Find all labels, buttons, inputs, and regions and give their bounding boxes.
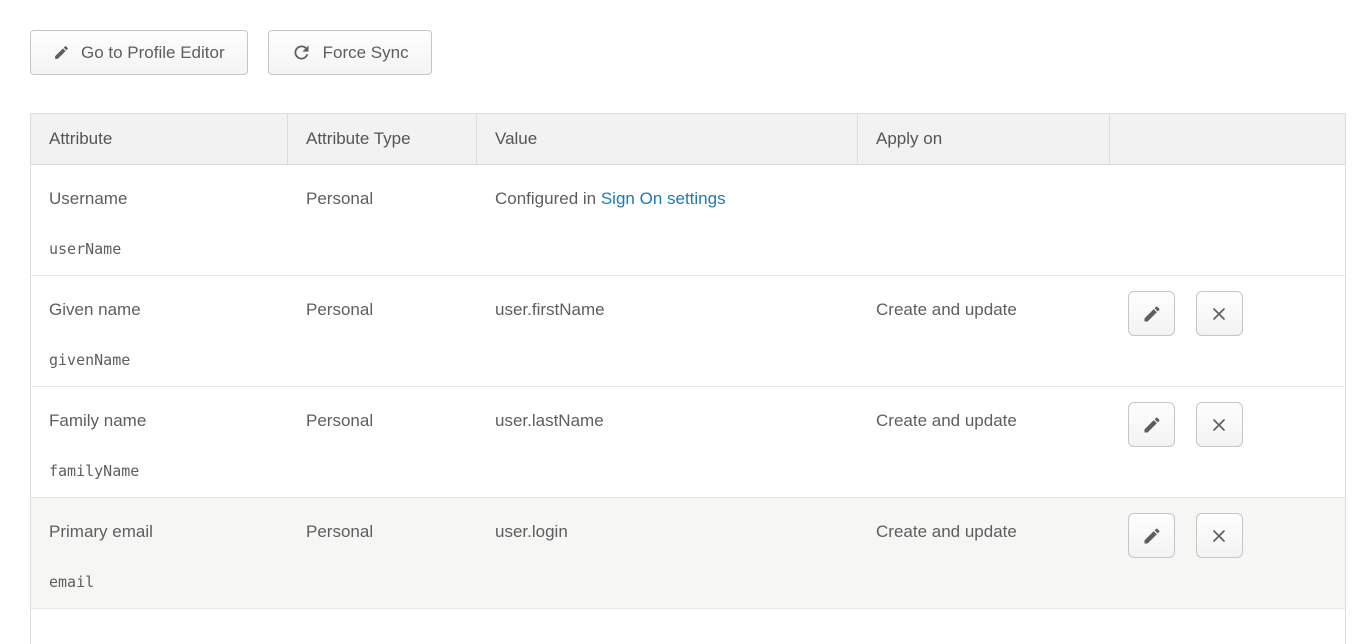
apply-on-cell: Create and update bbox=[858, 276, 1110, 387]
value-cell: user.login bbox=[477, 498, 858, 609]
pencil-icon bbox=[1142, 304, 1162, 324]
table-row: Family name familyName Personal user.las… bbox=[30, 387, 1346, 498]
pencil-icon bbox=[1142, 526, 1162, 546]
header-apply-on: Apply on bbox=[858, 113, 1110, 165]
pencil-icon bbox=[53, 44, 70, 61]
x-icon bbox=[1209, 526, 1229, 546]
attribute-type-cell: Personal bbox=[288, 276, 477, 387]
attribute-type: Personal bbox=[306, 522, 373, 541]
attribute-cell: Username userName bbox=[30, 165, 288, 276]
header-value: Value bbox=[477, 113, 858, 165]
row-actions bbox=[1110, 387, 1346, 498]
attribute-type-cell: Personal bbox=[288, 387, 477, 498]
delete-attribute-button[interactable] bbox=[1196, 513, 1243, 558]
attribute-code: givenName bbox=[49, 351, 270, 369]
delete-attribute-button[interactable] bbox=[1196, 291, 1243, 336]
x-icon bbox=[1209, 415, 1229, 435]
go-to-profile-editor-button[interactable]: Go to Profile Editor bbox=[30, 30, 248, 75]
force-sync-button[interactable]: Force Sync bbox=[268, 30, 432, 75]
apply-on-value: Create and update bbox=[876, 411, 1017, 430]
attribute-cell: Given name givenName bbox=[30, 276, 288, 387]
value-cell: user.firstName bbox=[477, 276, 858, 387]
value-cell: user.lastName bbox=[477, 387, 858, 498]
attribute-label: Given name bbox=[49, 300, 270, 320]
attribute-cell: Primary email email bbox=[30, 498, 288, 609]
force-sync-label: Force Sync bbox=[323, 43, 409, 63]
attribute-code: userName bbox=[49, 240, 270, 258]
attribute-label: Family name bbox=[49, 411, 270, 431]
partial-next-row bbox=[30, 609, 1346, 644]
attribute-mappings-table: Attribute Attribute Type Value Apply on … bbox=[30, 113, 1346, 644]
attribute-type-cell: Personal bbox=[288, 498, 477, 609]
apply-on-cell bbox=[858, 165, 1110, 276]
sign-on-settings-link[interactable]: Sign On settings bbox=[601, 189, 726, 208]
apply-on-cell: Create and update bbox=[858, 498, 1110, 609]
apply-on-value: Create and update bbox=[876, 300, 1017, 319]
apply-on-cell: Create and update bbox=[858, 387, 1110, 498]
value-expression: user.lastName bbox=[495, 411, 604, 430]
value-expression: user.firstName bbox=[495, 300, 605, 319]
attribute-mappings-page: Go to Profile Editor Force Sync Attribut… bbox=[0, 0, 1370, 644]
row-actions bbox=[1110, 165, 1346, 276]
table-body: Username userName Personal Configured in… bbox=[30, 165, 1346, 609]
attribute-type: Personal bbox=[306, 411, 373, 430]
refresh-icon bbox=[291, 42, 312, 63]
header-actions bbox=[1110, 113, 1346, 165]
pencil-icon bbox=[1142, 415, 1162, 435]
table-row: Username userName Personal Configured in… bbox=[30, 165, 1346, 276]
edit-attribute-button[interactable] bbox=[1128, 513, 1175, 558]
edit-attribute-button[interactable] bbox=[1128, 402, 1175, 447]
table-row: Primary email email Personal user.login … bbox=[30, 498, 1346, 609]
row-actions bbox=[1110, 498, 1346, 609]
attribute-type: Personal bbox=[306, 189, 373, 208]
attribute-type: Personal bbox=[306, 300, 373, 319]
delete-attribute-button[interactable] bbox=[1196, 402, 1243, 447]
table-row: Given name givenName Personal user.first… bbox=[30, 276, 1346, 387]
x-icon bbox=[1209, 304, 1229, 324]
attribute-type-cell: Personal bbox=[288, 165, 477, 276]
attribute-label: Username bbox=[49, 189, 270, 209]
go-to-profile-editor-label: Go to Profile Editor bbox=[81, 43, 225, 63]
row-actions bbox=[1110, 276, 1346, 387]
value-cell: Configured in Sign On settings bbox=[477, 165, 858, 276]
edit-attribute-button[interactable] bbox=[1128, 291, 1175, 336]
value-text: Configured in bbox=[495, 189, 601, 208]
value-expression: user.login bbox=[495, 522, 568, 541]
attribute-label: Primary email bbox=[49, 522, 270, 542]
attribute-cell: Family name familyName bbox=[30, 387, 288, 498]
header-attribute: Attribute bbox=[30, 113, 288, 165]
apply-on-value: Create and update bbox=[876, 522, 1017, 541]
attribute-code: familyName bbox=[49, 462, 270, 480]
header-attribute-type: Attribute Type bbox=[288, 113, 477, 165]
toolbar: Go to Profile Editor Force Sync bbox=[30, 30, 1370, 75]
attribute-code: email bbox=[49, 573, 270, 591]
table-header: Attribute Attribute Type Value Apply on bbox=[30, 113, 1346, 165]
